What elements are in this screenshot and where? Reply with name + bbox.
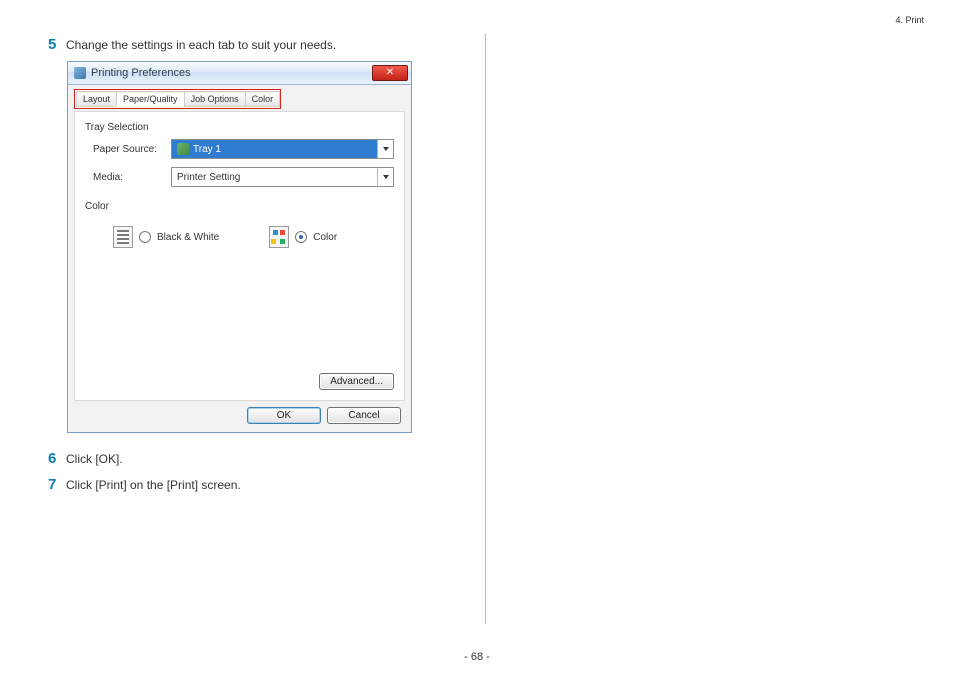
tab-color[interactable]: Color	[245, 91, 281, 107]
black-white-label: Black & White	[157, 232, 219, 243]
media-label: Media:	[93, 172, 171, 183]
chevron-down-icon	[377, 140, 393, 158]
window-title: Printing Preferences	[91, 67, 191, 79]
paper-source-select[interactable]: Tray 1	[171, 139, 394, 159]
cancel-button[interactable]: Cancel	[327, 407, 401, 424]
color-radio[interactable]	[295, 231, 307, 243]
media-value: Printer Setting	[177, 172, 240, 183]
black-white-icon	[113, 226, 133, 248]
step-text: Change the settings in each tab to suit …	[66, 36, 336, 52]
black-white-radio[interactable]	[139, 231, 151, 243]
color-options: Black & White Color	[113, 226, 394, 248]
document-page: 4. Print 5 Change the settings in each t…	[0, 0, 954, 675]
tray-selection-group-label: Tray Selection	[85, 122, 394, 133]
window-body: Layout Paper/Quality Job Options Color T…	[68, 85, 411, 432]
chevron-down-icon	[377, 168, 393, 186]
step-6: 6 Click [OK].	[48, 450, 463, 468]
color-option[interactable]: Color	[269, 226, 337, 248]
advanced-button[interactable]: Advanced...	[319, 373, 394, 390]
left-column: 5 Change the settings in each tab to sui…	[48, 36, 463, 502]
page-header-section: 4. Print	[895, 15, 924, 25]
titlebar[interactable]: Printing Preferences ✕	[68, 62, 411, 85]
color-group-label: Color	[85, 201, 394, 212]
column-divider	[485, 34, 486, 624]
black-white-option[interactable]: Black & White	[113, 226, 219, 248]
tab-layout[interactable]: Layout	[76, 91, 117, 107]
tab-paper-quality[interactable]: Paper/Quality	[116, 91, 185, 107]
tray-icon	[177, 143, 189, 155]
tab-strip: Layout Paper/Quality Job Options Color	[74, 89, 281, 109]
step-number: 6	[48, 450, 66, 468]
page-footer: - 68 -	[0, 651, 954, 663]
step-5: 5 Change the settings in each tab to sui…	[48, 36, 463, 54]
step-7: 7 Click [Print] on the [Print] screen.	[48, 476, 463, 494]
printer-icon	[74, 67, 86, 79]
printing-preferences-window: Printing Preferences ✕ Layout Paper/Qual…	[68, 62, 411, 432]
tab-content: Tray Selection Paper Source: Tray 1	[74, 111, 405, 401]
paper-source-value: Tray 1	[193, 144, 221, 155]
step-number: 7	[48, 476, 66, 494]
dialog-buttons: OK Cancel	[74, 401, 405, 424]
step-number: 5	[48, 36, 66, 54]
step-text: Click [Print] on the [Print] screen.	[66, 476, 241, 492]
paper-source-label: Paper Source:	[93, 144, 171, 155]
step-text: Click [OK].	[66, 450, 123, 466]
color-icon	[269, 226, 289, 248]
ok-button[interactable]: OK	[247, 407, 321, 424]
media-select[interactable]: Printer Setting	[171, 167, 394, 187]
close-button[interactable]: ✕	[372, 65, 408, 81]
tray-selection-group: Paper Source: Tray 1 Media:	[85, 139, 394, 187]
tab-job-options[interactable]: Job Options	[184, 91, 246, 107]
color-option-label: Color	[313, 232, 337, 243]
